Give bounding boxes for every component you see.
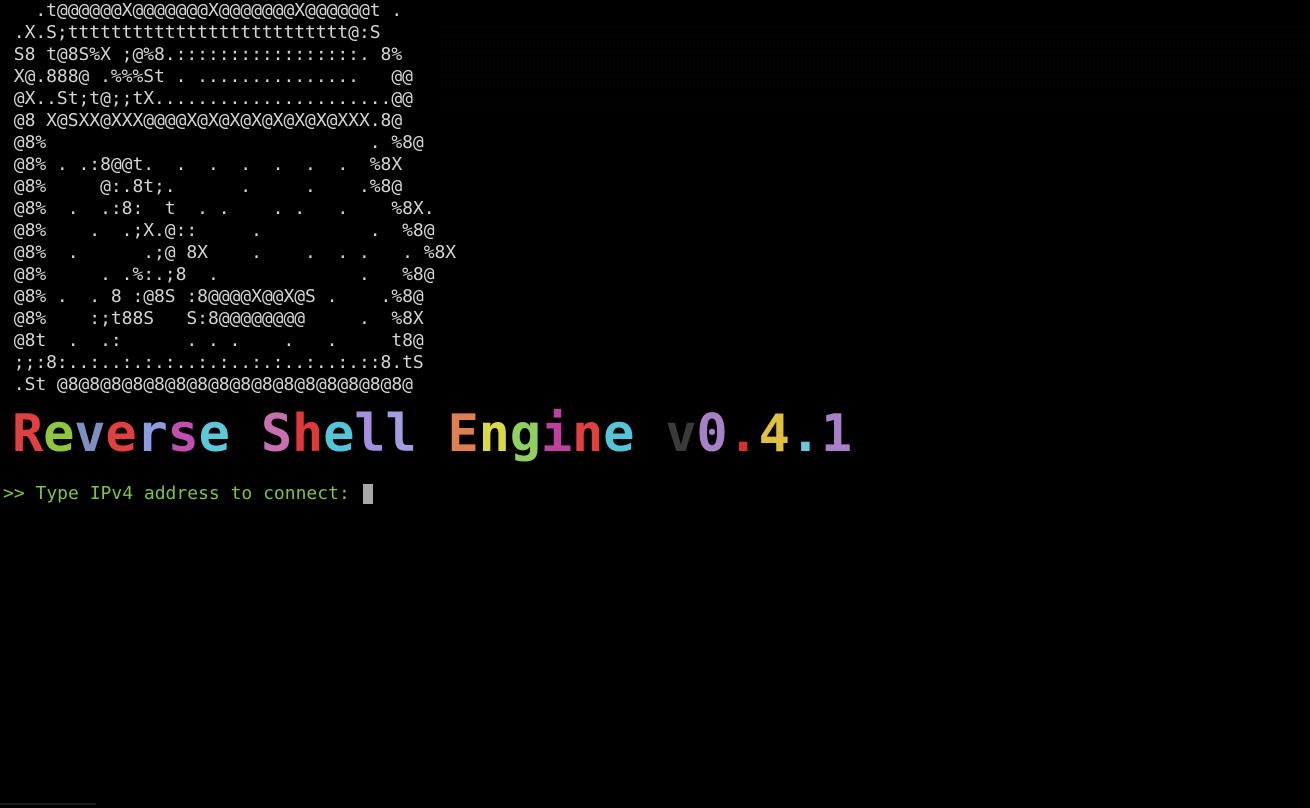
banner-char: 1 [820,404,852,464]
banner-char: E [447,404,479,464]
banner-char [416,404,448,464]
banner-char: n [478,404,510,464]
title-banner: Reverse Shell Engine v0.4.1 [12,404,852,464]
banner-char: i [540,404,572,464]
ascii-art-line: @8% . . 8 :@8S :8@@@@X@@X@S . .%8@ [3,286,424,307]
banner-char: e [323,404,355,464]
banner-char: l [354,404,386,464]
banner-char: l [385,404,417,464]
banner-char: S [260,404,292,464]
ascii-art-line: @8% :;t88S S:8@@@@@@@@ . %8X [3,308,424,329]
banner-char: R [12,404,44,464]
banner-char: e [198,404,230,464]
banner-char: v [74,404,106,464]
scrollbar[interactable] [0,803,96,805]
ascii-art-line: @8t . .: . . . . . t8@ [3,330,424,351]
banner-char: 4 [758,404,790,464]
ascii-art-line: .St @8@8@8@8@8@8@8@8@8@8@8@8@8@8@8@8@ [3,374,413,395]
ascii-art-line: X@.888@ .%%%St . ............... @@ [3,66,413,87]
banner-char: e [105,404,137,464]
banner-char: h [291,404,324,464]
banner-char: . [789,404,821,464]
ascii-art-line: S8 t@8S%X ;@%8.:::::::::::::::::. 8% [3,44,403,65]
ascii-art-line: @8% . %8@ [3,132,424,153]
ascii-art-line: .t@@@@@@X@@@@@@@X@@@@@@@X@@@@@@t . [3,0,403,21]
ascii-art-line: @8% . .;X.@:: . . %8@ [3,220,435,241]
ascii-art-line: @8% @:.8t;. . . .%8@ [3,176,403,197]
ascii-art-line: @8 X@SXX@XXX@@@@X@X@X@X@X@X@X@XXX.8@ [3,110,403,131]
ascii-art-line: @8% . .%:.;8 . . %8@ [3,264,435,285]
ascii-art-line: @X..St;t@;;tX......................@@ [3,88,413,109]
ascii-art-line: @8% . .:8@@t. . . . . . . %8X [3,154,403,175]
banner-char: g [509,404,541,464]
banner-char: . [727,404,759,464]
ascii-art-logo: .t@@@@@@X@@@@@@@X@@@@@@@X@@@@@@t . .X.S;… [3,0,456,396]
ascii-art-line: .X.S;tttttttttttttttttttttttttt@:S [3,22,381,43]
ascii-art-line: ;;:8:..:..:.:.:..:.:..:.:..:..:.::8.tS [3,352,424,373]
banner-char: e [43,404,75,464]
prompt-text: >> Type IPv4 address to connect: [3,483,361,504]
banner-char: 0 [696,404,728,464]
ascii-art-line: @8% . .:8: t . . . . . %8X. [3,198,435,219]
terminal-window[interactable]: .t@@@@@@X@@@@@@@X@@@@@@@X@@@@@@t . .X.S;… [0,0,1310,808]
banner-char [634,404,666,464]
input-prompt[interactable]: >> Type IPv4 address to connect: [3,483,373,505]
banner-char: v [665,404,697,464]
dither-noise [440,24,1310,154]
banner-char: e [603,404,635,464]
banner-char [229,404,261,464]
banner-char: r [136,404,168,464]
banner-char: s [167,404,199,464]
text-cursor[interactable] [362,484,373,504]
banner-char: n [571,404,604,464]
ascii-art-line: @8% . .;@ 8X . . . . . %8X [3,242,457,263]
